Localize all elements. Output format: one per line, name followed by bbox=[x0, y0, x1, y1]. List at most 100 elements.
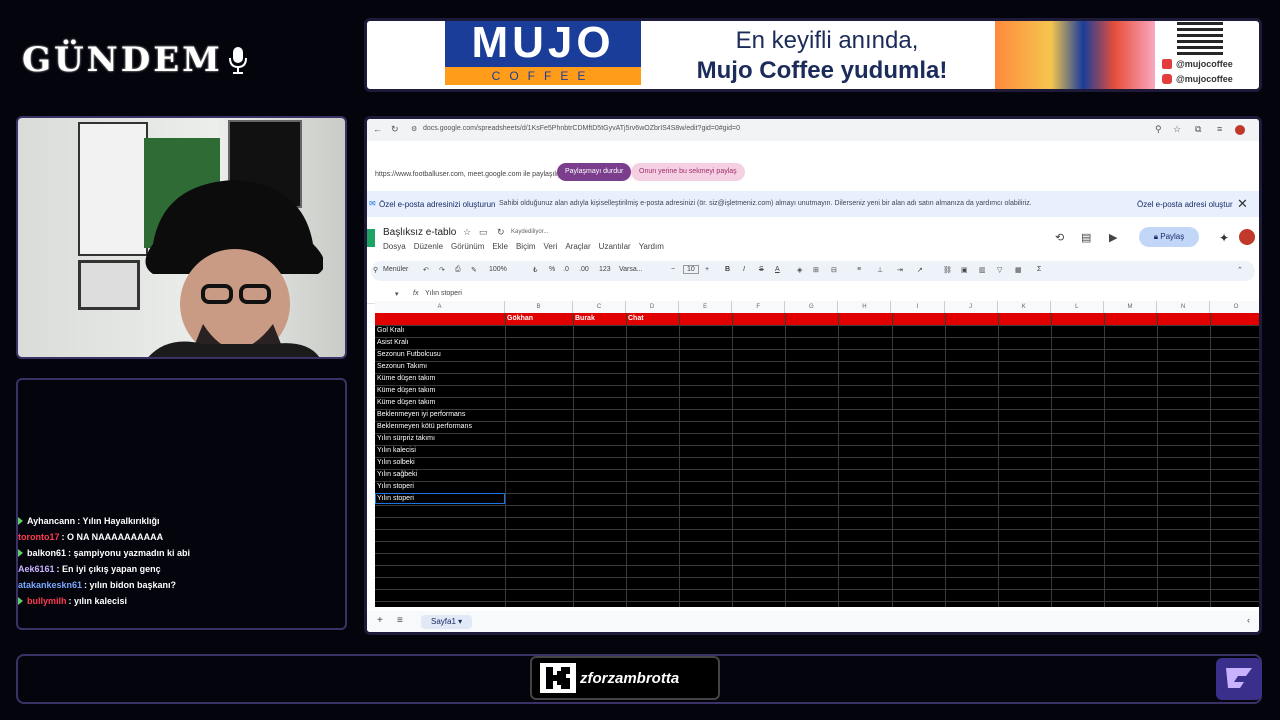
share-button[interactable]: 🔒︎ Paylaş bbox=[1139, 227, 1199, 247]
insert-comment-icon[interactable]: ▣ bbox=[961, 266, 968, 274]
number-format[interactable]: 123 bbox=[599, 266, 611, 273]
menu-tools[interactable]: Araçlar bbox=[565, 242, 590, 251]
filter-views-icon[interactable]: ▦ bbox=[1015, 266, 1022, 274]
column-header-l[interactable]: L bbox=[1051, 301, 1104, 313]
bold-button[interactable]: B bbox=[725, 266, 730, 273]
meet-icon[interactable]: ▶ bbox=[1109, 231, 1117, 244]
comment-icon[interactable]: ▤ bbox=[1081, 231, 1091, 244]
profile-avatar[interactable] bbox=[1235, 125, 1245, 135]
decrease-decimal[interactable]: .0 bbox=[563, 266, 569, 273]
account-avatar[interactable] bbox=[1239, 229, 1255, 245]
paint-format-icon[interactable]: ✎ bbox=[471, 266, 477, 274]
zoom-icon[interactable]: ⚲ bbox=[1155, 124, 1162, 135]
search-icon[interactable]: ⚲ bbox=[373, 266, 378, 274]
filter-icon[interactable]: ▽ bbox=[997, 266, 1002, 274]
gemini-icon[interactable]: ✦ bbox=[1219, 231, 1229, 245]
reload-icon[interactable]: ↻ bbox=[391, 124, 399, 135]
undo-icon[interactable]: ↶ bbox=[423, 266, 429, 274]
currency-format[interactable]: ₺ bbox=[533, 266, 537, 274]
selected-cell[interactable] bbox=[375, 493, 505, 504]
cell-row-label[interactable]: Yılın kalecisi bbox=[377, 445, 416, 457]
font-select[interactable]: Varsa... bbox=[619, 266, 643, 273]
stop-sharing-button[interactable]: Paylaşmayı durdur bbox=[557, 163, 632, 181]
all-sheets-icon[interactable]: ≡ bbox=[397, 615, 403, 626]
cell-row-label[interactable]: Yılın stoperi bbox=[377, 481, 414, 493]
cell-row-label[interactable]: Küme düşen takım bbox=[377, 373, 435, 385]
star-icon[interactable]: ☆ bbox=[463, 227, 471, 238]
cell-row-label[interactable]: Sezonun Futbolcusu bbox=[377, 349, 441, 361]
menus-search[interactable]: Menüler bbox=[383, 266, 408, 273]
column-header-m[interactable]: M bbox=[1104, 301, 1157, 313]
share-this-tab-button[interactable]: Onun yerine bu sekmeyi paylaş bbox=[631, 163, 745, 181]
font-size-input[interactable]: 10 bbox=[683, 265, 699, 274]
column-header-c[interactable]: C bbox=[573, 301, 626, 313]
create-email-button[interactable]: Özel e-posta adresi oluştur bbox=[1137, 200, 1233, 209]
text-wrap-icon[interactable]: ⇥ bbox=[897, 266, 903, 274]
column-header-b[interactable]: B bbox=[505, 301, 573, 313]
functions-icon[interactable]: Σ bbox=[1037, 266, 1041, 273]
column-header-e[interactable]: E bbox=[679, 301, 733, 313]
cell-row-label[interactable]: Yılın sağbeki bbox=[377, 469, 417, 481]
header-cell[interactable]: Gökhan bbox=[505, 313, 533, 325]
cell-row-label[interactable]: Küme düşen takım bbox=[377, 385, 435, 397]
column-header-k[interactable]: K bbox=[998, 301, 1051, 313]
cell-row-label[interactable]: Beklenmeyen kötü performans bbox=[377, 421, 472, 433]
column-header-i[interactable]: I bbox=[892, 301, 945, 313]
sheet-tab-1[interactable]: Sayfa1 ▾ bbox=[421, 615, 473, 629]
redo-icon[interactable]: ↷ bbox=[439, 266, 445, 274]
font-size-decrease-icon[interactable]: − bbox=[671, 266, 675, 273]
add-sheet-icon[interactable]: + bbox=[377, 615, 383, 626]
column-header-d[interactable]: D bbox=[626, 301, 680, 313]
cell-row-label[interactable]: Beklenmeyen iyi performans bbox=[377, 409, 465, 421]
link-icon[interactable]: ⛓ bbox=[943, 266, 952, 274]
menu-extensions[interactable]: Uzantılar bbox=[599, 242, 631, 251]
column-header-n[interactable]: N bbox=[1157, 301, 1211, 313]
menu-view[interactable]: Görünüm bbox=[451, 242, 484, 251]
address-bar[interactable]: ← ↻ ⚙ docs.google.com/spreadsheets/d/1Ks… bbox=[367, 119, 1259, 141]
column-header-h[interactable]: H bbox=[838, 301, 892, 313]
insert-chart-icon[interactable]: ▥ bbox=[979, 266, 986, 274]
site-info-icon[interactable]: ⚙ bbox=[411, 125, 417, 133]
align-horizontal-icon[interactable]: ≡ bbox=[857, 266, 861, 273]
menu-format[interactable]: Biçim bbox=[516, 242, 536, 251]
cell-row-label[interactable]: Gol Kralı bbox=[377, 325, 404, 337]
column-header-a[interactable]: A bbox=[375, 301, 505, 313]
menu-insert[interactable]: Ekle bbox=[492, 242, 508, 251]
strikethrough-button[interactable]: S bbox=[759, 266, 764, 273]
cell-row-label[interactable]: Yılın solbeki bbox=[377, 457, 415, 469]
text-color-button[interactable]: A bbox=[775, 266, 780, 273]
zoom-select[interactable]: 100% bbox=[489, 266, 507, 273]
column-header-f[interactable]: F bbox=[732, 301, 786, 313]
menu-help[interactable]: Yardım bbox=[639, 242, 664, 251]
header-cell[interactable]: Burak bbox=[573, 313, 595, 325]
menu-file[interactable]: Dosya bbox=[383, 242, 406, 251]
tab-search-icon[interactable]: ≡ bbox=[1217, 124, 1222, 134]
cell-row-label[interactable]: Asist Kralı bbox=[377, 337, 409, 349]
spreadsheet-grid[interactable]: ABCDEFGHIJKLMNO Gökhan Burak Chat Gol Kralı… bbox=[375, 301, 1259, 607]
fill-color-icon[interactable]: ◈ bbox=[797, 266, 802, 274]
bookmark-star-icon[interactable]: ☆ bbox=[1173, 124, 1181, 135]
collapse-toolbar-icon[interactable]: ⌃ bbox=[1237, 266, 1243, 274]
header-cell[interactable]: Chat bbox=[626, 313, 644, 325]
menu-edit[interactable]: Düzenle bbox=[414, 242, 443, 251]
align-vertical-icon[interactable]: ⊥ bbox=[877, 266, 883, 274]
percent-format[interactable]: % bbox=[549, 266, 555, 273]
url-text[interactable]: docs.google.com/spreadsheets/d/1KsFe5Phn… bbox=[423, 125, 740, 132]
formula-input[interactable]: Yılın stoperi bbox=[425, 290, 462, 297]
column-header-g[interactable]: G bbox=[785, 301, 839, 313]
italic-button[interactable]: I bbox=[743, 266, 745, 273]
history-icon[interactable]: ⟲ bbox=[1055, 231, 1064, 244]
cell-row-label[interactable]: Küme düşen takım bbox=[377, 397, 435, 409]
column-header-j[interactable]: J bbox=[945, 301, 998, 313]
font-size-increase-icon[interactable]: + bbox=[705, 266, 709, 273]
extensions-icon[interactable]: ⧉ bbox=[1195, 124, 1201, 135]
sheets-logo-icon[interactable] bbox=[367, 229, 375, 247]
document-title[interactable]: Başlıksız e-tablo bbox=[383, 227, 456, 238]
text-rotation-icon[interactable]: ↗ bbox=[917, 266, 923, 274]
print-icon[interactable]: ⎙ bbox=[455, 266, 461, 274]
scroll-tabs-icon[interactable]: ‹ bbox=[1247, 615, 1250, 625]
name-box-dropdown-icon[interactable]: ▾ bbox=[395, 290, 399, 298]
merge-cells-icon[interactable]: ⊟ bbox=[831, 266, 837, 274]
menu-data[interactable]: Veri bbox=[544, 242, 558, 251]
column-header-o[interactable]: O bbox=[1210, 301, 1259, 313]
